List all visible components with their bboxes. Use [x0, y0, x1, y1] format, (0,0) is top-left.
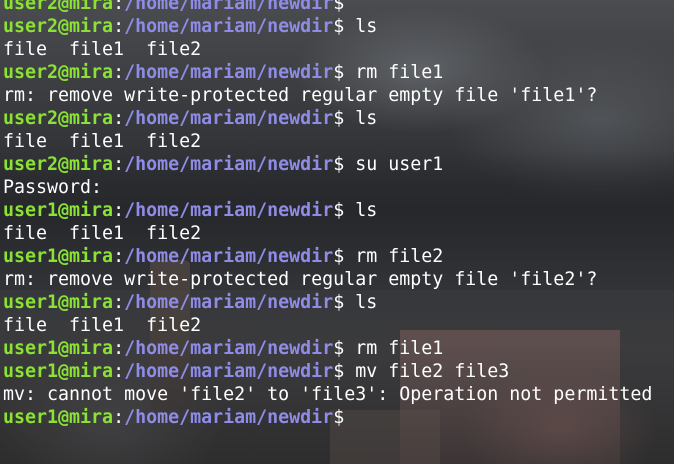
output-text: mv: cannot move 'file2' to 'file3': Oper… [3, 384, 653, 405]
prompt-colon: : [113, 62, 125, 83]
output-line: Password: [3, 176, 652, 199]
output-text: file file1 file2 [3, 131, 202, 152]
command-text: ls [355, 16, 378, 37]
prompt-user: user1@mira [3, 246, 114, 267]
command-text: rm file1 [355, 338, 444, 359]
output-line: rm: remove write-protected regular empty… [3, 268, 652, 291]
prompt-path: /home/mariam/newdir [124, 0, 334, 14]
prompt-colon: : [113, 16, 125, 37]
prompt-line: user1@mira:/home/mariam/newdir$ ls [3, 291, 652, 314]
prompt-colon: : [113, 200, 125, 221]
prompt-user: user2@mira [3, 108, 114, 129]
prompt-line: user2@mira:/home/mariam/newdir$ rm file1 [3, 61, 652, 84]
output-line: file file1 file2 [3, 314, 652, 337]
prompt-path: /home/mariam/newdir [124, 154, 334, 175]
prompt-colon: : [113, 0, 125, 14]
prompt-sign: $ [333, 108, 356, 129]
output-text: file file1 file2 [3, 223, 202, 244]
prompt-user: user2@mira [3, 16, 114, 37]
prompt-line: user1@mira:/home/mariam/newdir$ [3, 406, 652, 429]
prompt-sign: $ [333, 62, 356, 83]
prompt-colon: : [113, 338, 125, 359]
prompt-line: user2@mira:/home/mariam/newdir$ su user1 [3, 153, 652, 176]
prompt-user: user2@mira [3, 62, 114, 83]
command-text: ls [355, 108, 378, 129]
prompt-path: /home/mariam/newdir [124, 407, 334, 428]
prompt-line: user1@mira:/home/mariam/newdir$ rm file2 [3, 245, 652, 268]
command-text: rm file1 [355, 62, 444, 83]
prompt-sign: $ [333, 407, 345, 428]
output-text: rm: remove write-protected regular empty… [3, 85, 598, 106]
prompt-line: user1@mira:/home/mariam/newdir$ rm file1 [3, 337, 652, 360]
command-text: ls [355, 200, 378, 221]
prompt-user: user1@mira [3, 361, 114, 382]
output-text: file file1 file2 [3, 39, 202, 60]
prompt-colon: : [113, 361, 125, 382]
prompt-user: user2@mira [3, 0, 114, 14]
prompt-line: user1@mira:/home/mariam/newdir$ ls [3, 199, 652, 222]
output-line: mv: cannot move 'file2' to 'file3': Oper… [3, 383, 652, 406]
output-text: rm: remove write-protected regular empty… [3, 269, 598, 290]
prompt-user: user1@mira [3, 292, 114, 313]
prompt-path: /home/mariam/newdir [124, 361, 334, 382]
prompt-colon: : [113, 154, 125, 175]
prompt-colon: : [113, 292, 125, 313]
output-line: file file1 file2 [3, 38, 652, 61]
prompt-sign: $ [333, 154, 356, 175]
prompt-path: /home/mariam/newdir [124, 246, 334, 267]
prompt-sign: $ [333, 16, 356, 37]
prompt-path: /home/mariam/newdir [124, 108, 334, 129]
prompt-colon: : [113, 407, 125, 428]
prompt-path: /home/mariam/newdir [124, 16, 334, 37]
prompt-sign: $ [333, 361, 356, 382]
prompt-user: user1@mira [3, 200, 114, 221]
prompt-sign: $ [333, 292, 356, 313]
prompt-path: /home/mariam/newdir [124, 292, 334, 313]
command-text: ls [355, 292, 378, 313]
prompt-path: /home/mariam/newdir [124, 338, 334, 359]
prompt-sign: $ [333, 200, 356, 221]
prompt-user: user1@mira [3, 338, 114, 359]
prompt-user: user2@mira [3, 154, 114, 175]
prompt-path: /home/mariam/newdir [124, 200, 334, 221]
prompt-sign: $ [333, 338, 356, 359]
output-line: rm: remove write-protected regular empty… [3, 84, 652, 107]
terminal-window[interactable]: user2@mira:/home/mariam/newdir$ user2@mi… [0, 0, 674, 464]
prompt-user: user1@mira [3, 407, 114, 428]
command-text: su user1 [355, 154, 444, 175]
command-text: rm file2 [355, 246, 444, 267]
output-line: file file1 file2 [3, 130, 652, 153]
output-text: Password: [3, 177, 103, 198]
output-line: file file1 file2 [3, 222, 652, 245]
prompt-line: user2@mira:/home/mariam/newdir$ ls [3, 107, 652, 130]
output-text: file file1 file2 [3, 315, 202, 336]
prompt-line: user2@mira:/home/mariam/newdir$ [3, 0, 652, 15]
prompt-sign: $ [333, 246, 356, 267]
prompt-sign: $ [333, 0, 356, 14]
prompt-path: /home/mariam/newdir [124, 62, 334, 83]
prompt-colon: : [113, 108, 125, 129]
prompt-line: user2@mira:/home/mariam/newdir$ ls [3, 15, 652, 38]
prompt-colon: : [113, 246, 125, 267]
terminal-output[interactable]: user2@mira:/home/mariam/newdir$ user2@mi… [3, 0, 652, 429]
prompt-line: user1@mira:/home/mariam/newdir$ mv file2… [3, 360, 652, 383]
command-text: mv file2 file3 [355, 361, 510, 382]
